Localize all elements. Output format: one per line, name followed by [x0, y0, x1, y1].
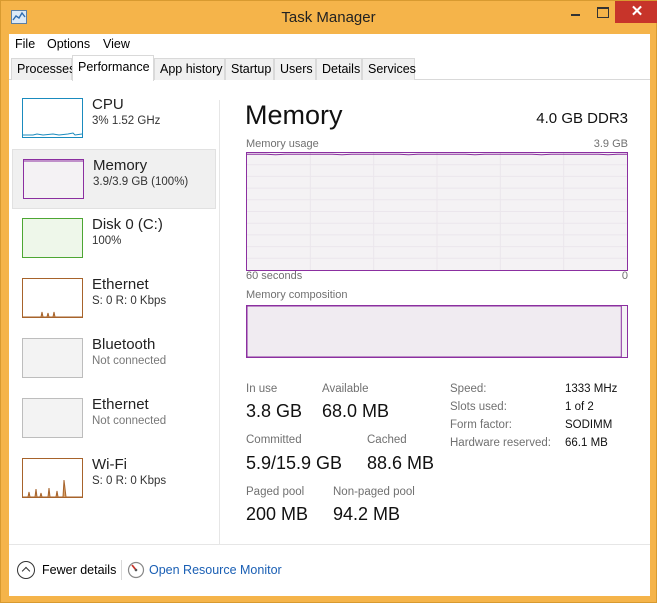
- usage-graph-max: 3.9 GB: [593, 138, 628, 150]
- form-factor-label: Form factor:: [450, 419, 512, 431]
- tab-performance[interactable]: Performance: [72, 55, 154, 81]
- maximize-button[interactable]: [589, 1, 615, 23]
- client-area: File Options View Processes Performance …: [9, 34, 650, 596]
- tab-strip: Processes Performance App history Startu…: [9, 54, 650, 81]
- cached-label: Cached: [367, 434, 407, 446]
- resource-detail: S: 0 R: 0 Kbps: [92, 295, 167, 307]
- nonpaged-pool-label: Non-paged pool: [333, 486, 415, 498]
- cached-value: 88.6 MB: [367, 453, 435, 473]
- tab-processes[interactable]: Processes: [11, 58, 75, 80]
- footer-divider: [121, 560, 122, 580]
- close-icon: ✕: [630, 3, 644, 20]
- resource-monitor-icon[interactable]: [127, 561, 145, 579]
- resource-name: Ethernet: [92, 276, 149, 293]
- nonpaged-pool-value: 94.2 MB: [333, 504, 401, 524]
- committed-label: Committed: [246, 434, 302, 446]
- tab-users[interactable]: Users: [274, 58, 316, 80]
- in-use-label: In use: [246, 383, 278, 395]
- memory-usage-graph: [246, 152, 628, 271]
- resource-list: CPU 3% 1.52 GHz Memory 3.9/3.9 GB (100%)…: [9, 81, 219, 536]
- available-value: 68.0 MB: [322, 401, 390, 421]
- menu-bar: File Options View: [9, 34, 650, 54]
- ethernet-thumbnail-graph: [22, 278, 83, 318]
- tab-app-history[interactable]: App history: [154, 58, 225, 80]
- ethernet-sparkline: [23, 311, 82, 318]
- resource-item-bluetooth[interactable]: Bluetooth Not connected: [12, 329, 216, 389]
- wifi-sparkline: [23, 479, 82, 498]
- menu-view[interactable]: View: [103, 37, 130, 51]
- memory-spec: 4.0 GB DDR3: [536, 110, 628, 127]
- resource-detail: S: 0 R: 0 Kbps: [92, 475, 167, 487]
- resource-item-disk[interactable]: Disk 0 (C:) 100%: [12, 209, 216, 269]
- title-bar[interactable]: Task Manager ✕: [1, 1, 657, 34]
- tab-details[interactable]: Details: [316, 58, 362, 80]
- bluetooth-thumbnail-graph: [22, 338, 83, 378]
- hardware-reserved-label: Hardware reserved:: [450, 437, 551, 449]
- minimize-button[interactable]: [561, 1, 589, 23]
- tab-startup[interactable]: Startup: [225, 58, 274, 80]
- pane-divider[interactable]: [219, 100, 220, 545]
- resource-name: CPU: [92, 96, 124, 113]
- menu-options[interactable]: Options: [47, 37, 90, 51]
- resource-name: Disk 0 (C:): [92, 216, 163, 233]
- slots-label: Slots used:: [450, 401, 507, 413]
- resource-item-wifi[interactable]: Wi-Fi S: 0 R: 0 Kbps: [12, 449, 216, 509]
- slots-value: 1 of 2: [565, 401, 594, 413]
- graph-time-end: 0: [621, 270, 628, 282]
- memory-sparkline: [24, 160, 83, 162]
- resource-name: Wi-Fi: [92, 456, 127, 473]
- window-title: Task Manager: [281, 9, 376, 26]
- wifi-thumbnail-graph: [22, 458, 83, 498]
- open-resource-monitor-link[interactable]: Open Resource Monitor: [149, 563, 282, 577]
- memory-usage-chart: [247, 153, 627, 270]
- resource-item-memory[interactable]: Memory 3.9/3.9 GB (100%): [12, 149, 216, 209]
- graph-time-span: 60 seconds: [246, 270, 303, 282]
- resource-item-ethernet[interactable]: Ethernet S: 0 R: 0 Kbps: [12, 269, 216, 329]
- ethernet-2-thumbnail-graph: [22, 398, 83, 438]
- hardware-reserved-value: 66.1 MB: [565, 437, 608, 449]
- committed-value: 5.9/15.9 GB: [246, 453, 343, 473]
- menu-file[interactable]: File: [15, 37, 35, 51]
- close-button[interactable]: ✕: [615, 1, 657, 23]
- resource-item-ethernet-2[interactable]: Ethernet Not connected: [12, 389, 216, 449]
- available-label: Available: [322, 383, 369, 395]
- in-use-value: 3.8 GB: [246, 401, 303, 421]
- cpu-thumbnail-graph: [22, 98, 83, 138]
- resource-name: Ethernet: [92, 396, 149, 413]
- speed-value: 1333 MHz: [565, 383, 618, 395]
- resource-detail: 3% 1.52 GHz: [92, 115, 161, 127]
- task-manager-window: Task Manager ✕ File Options View Process…: [0, 0, 657, 603]
- resource-name: Bluetooth: [92, 336, 156, 353]
- cpu-sparkline: [23, 132, 83, 136]
- in-use-segment: [246, 305, 622, 358]
- usage-graph-label: Memory usage: [246, 138, 319, 150]
- paged-pool-value: 200 MB: [246, 504, 309, 524]
- resource-item-cpu[interactable]: CPU 3% 1.52 GHz: [12, 89, 216, 149]
- resource-detail: 3.9/3.9 GB (100%): [93, 176, 189, 188]
- resource-detail: 100%: [92, 235, 122, 247]
- resource-detail: Not connected: [92, 415, 167, 427]
- usage-area: [247, 154, 627, 270]
- disk-thumbnail-graph: [22, 218, 83, 258]
- composition-chart: [246, 305, 622, 358]
- speed-label: Speed:: [450, 383, 487, 395]
- paged-pool-label: Paged pool: [246, 486, 305, 498]
- fewer-details-button[interactable]: Fewer details: [42, 563, 116, 577]
- composition-label: Memory composition: [246, 289, 348, 301]
- page-title: Memory: [245, 100, 343, 130]
- tab-services[interactable]: Services: [362, 58, 416, 80]
- memory-composition-bar: [246, 305, 628, 358]
- form-factor-value: SODIMM: [565, 419, 613, 431]
- resource-name: Memory: [93, 157, 148, 174]
- chevron-up-icon[interactable]: [17, 561, 35, 579]
- memory-thumbnail-graph: [23, 159, 84, 199]
- footer-separator: [9, 544, 650, 545]
- resource-detail: Not connected: [92, 355, 167, 367]
